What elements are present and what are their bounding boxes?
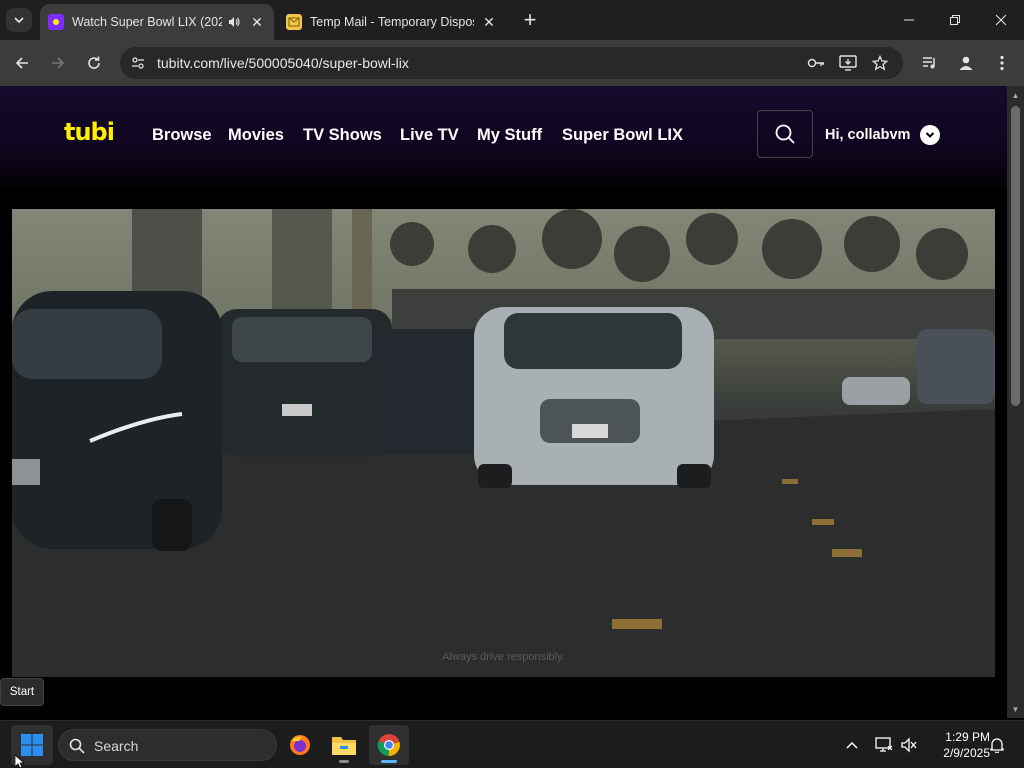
site-info-icon[interactable] [126,51,150,75]
temp-mail-favicon-icon [286,14,302,30]
active-indicator [381,760,397,763]
tab-search-button[interactable] [6,8,32,32]
chevron-down-icon [925,132,935,138]
chrome-taskbar-button[interactable] [369,725,409,765]
volume-muted-icon[interactable] [897,733,921,757]
taskbar: Search 1:29 PM 2/9/2025 [0,720,1024,768]
arrow-right-icon [52,57,65,69]
search-icon [69,738,85,754]
site-header: tubi Browse Movies TV Shows Live TV My S… [0,86,1007,186]
forward-button[interactable] [44,49,72,77]
video-frame-image [12,209,995,677]
chevron-down-icon [14,17,24,24]
reload-button[interactable] [80,49,108,77]
media-controls-button[interactable] [916,49,944,77]
bookmark-star-icon[interactable] [868,51,892,75]
notifications-bell-icon[interactable] [985,733,1009,757]
new-tab-button[interactable]: + [517,7,543,32]
site-search-button[interactable] [757,110,813,158]
taskbar-search-label: Search [94,738,139,754]
taskbar-search-box[interactable]: Search [58,729,277,761]
user-greeting[interactable]: Hi, collabvm [825,127,910,143]
tab-strip: Watch Super Bowl LIX (2025 ✕ Temp Mail -… [0,0,1024,40]
address-bar[interactable]: tubitv.com/live/500005040/super-bowl-lix [120,47,903,79]
minimize-icon [904,19,914,21]
search-icon [775,124,795,144]
page-scrollbar[interactable]: ▲ ▼ [1007,86,1024,718]
profile-button[interactable] [952,49,980,77]
start-tooltip: Start [0,678,44,706]
minimize-button[interactable] [886,0,932,40]
arrow-left-icon [15,57,28,69]
tab-super-bowl[interactable]: Watch Super Bowl LIX (2025 ✕ [40,4,274,40]
file-explorer-icon [332,737,356,755]
nav-live-tv[interactable]: Live TV [400,126,459,145]
nav-my-stuff[interactable]: My Stuff [477,126,542,145]
browser-menu-button[interactable] [988,49,1016,77]
tab-title: Temp Mail - Temporary Dispos [310,15,474,29]
network-icon[interactable] [872,733,896,757]
close-icon [995,14,1007,26]
chrome-icon [377,734,400,757]
profile-icon [959,56,973,70]
reload-icon [88,56,100,69]
file-explorer-taskbar-button[interactable] [324,725,364,765]
close-tab-icon[interactable]: ✕ [248,13,266,31]
nav-tv-shows[interactable]: TV Shows [303,126,382,145]
running-indicator [339,760,349,763]
scroll-down-arrow-icon[interactable]: ▼ [1007,702,1024,716]
firefox-icon [290,735,310,755]
show-hidden-icons-button[interactable] [840,733,864,757]
taskbar-clock[interactable]: 1:29 PM 2/9/2025 [922,729,990,761]
clock-time: 1:29 PM [945,730,990,744]
tubi-favicon-icon [48,14,64,30]
nav-super-bowl-lix[interactable]: Super Bowl LIX [562,126,683,145]
install-app-icon[interactable] [836,51,860,75]
video-disclaimer: Always drive responsibly. [442,651,565,663]
user-menu-button[interactable] [920,125,940,145]
url-text[interactable]: tubitv.com/live/500005040/super-bowl-lix [157,55,409,71]
mouse-cursor-icon [15,755,25,768]
scroll-thumb[interactable] [1011,106,1020,406]
close-window-button[interactable] [978,0,1024,40]
password-key-icon[interactable] [804,51,828,75]
firefox-taskbar-button[interactable] [280,725,320,765]
media-queue-icon [923,57,935,69]
scroll-up-arrow-icon[interactable]: ▲ [1007,88,1024,102]
nav-movies[interactable]: Movies [228,126,284,145]
tab-title: Watch Super Bowl LIX (2025 [72,15,222,29]
nav-browse[interactable]: Browse [152,126,212,145]
close-tab-icon[interactable]: ✕ [480,13,498,31]
clock-date: 2/9/2025 [943,746,990,760]
windows-logo-icon [21,734,43,756]
speaker-icon[interactable] [226,15,242,29]
tab-temp-mail[interactable]: Temp Mail - Temporary Dispos ✕ [278,4,506,40]
restore-button[interactable] [932,0,978,40]
chevron-up-icon [846,741,858,749]
more-vertical-icon [1000,55,1004,71]
restore-icon [950,15,960,25]
video-player[interactable] [12,209,995,677]
plus-icon: + [523,7,537,32]
tubi-logo[interactable]: tubi [64,118,115,146]
back-button[interactable] [8,49,36,77]
web-page: tubi Browse Movies TV Shows Live TV My S… [0,86,1007,718]
